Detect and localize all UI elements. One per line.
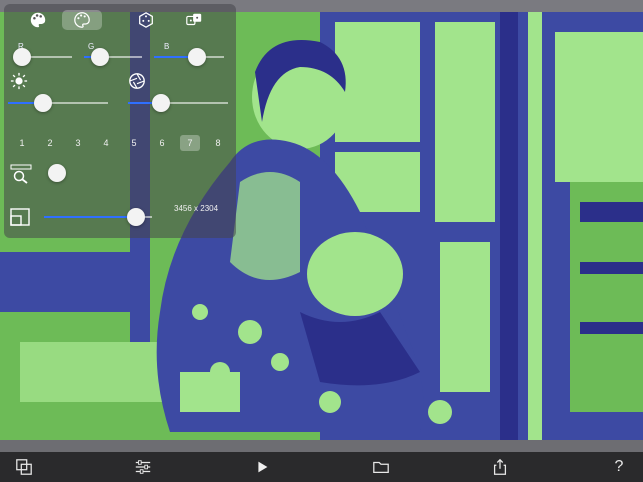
brightness-slider-knob[interactable] bbox=[34, 94, 52, 112]
level-4[interactable]: 4 bbox=[96, 135, 116, 151]
palette-icon bbox=[30, 12, 46, 28]
saturation-slider-knob[interactable] bbox=[152, 94, 170, 112]
zoom-icon bbox=[10, 164, 32, 184]
play-button[interactable] bbox=[250, 455, 274, 479]
share-icon bbox=[493, 458, 507, 475]
open-folder-button[interactable] bbox=[369, 455, 393, 479]
green-slider-knob[interactable] bbox=[91, 48, 110, 66]
adjustment-panel: R G B 1 2 3 4 5 6 7 8 3456 x 2304 bbox=[4, 4, 236, 238]
layers-button[interactable] bbox=[12, 455, 36, 479]
level-7[interactable]: 7 bbox=[180, 135, 200, 151]
level-8[interactable]: 8 bbox=[208, 135, 228, 151]
help-icon: ? bbox=[614, 458, 624, 475]
dice-icon bbox=[139, 12, 153, 28]
dice-pair-icon bbox=[186, 13, 202, 26]
blue-label: B bbox=[164, 42, 170, 51]
bottom-toolbar: ? bbox=[0, 452, 643, 482]
sliders-button[interactable] bbox=[131, 455, 155, 479]
level-5[interactable]: 5 bbox=[124, 135, 144, 151]
help-button[interactable]: ? bbox=[607, 455, 631, 479]
level-2[interactable]: 2 bbox=[40, 135, 60, 151]
play-icon bbox=[258, 461, 268, 473]
palette-outline-icon bbox=[74, 12, 90, 28]
dice-tab[interactable] bbox=[126, 10, 166, 30]
zoom-slider-knob[interactable] bbox=[48, 164, 66, 182]
brightness-track bbox=[8, 102, 108, 104]
resolution-label: 3456 x 2304 bbox=[174, 204, 219, 213]
level-6[interactable]: 6 bbox=[152, 135, 172, 151]
palette-outline-tab[interactable] bbox=[62, 10, 102, 30]
sliders-icon bbox=[135, 460, 151, 474]
brightness-icon bbox=[10, 72, 28, 90]
level-1[interactable]: 1 bbox=[12, 135, 32, 151]
share-button[interactable] bbox=[488, 455, 512, 479]
canvas-size-icon bbox=[10, 208, 30, 226]
saturation-track bbox=[128, 102, 228, 104]
saturation-icon bbox=[129, 73, 145, 89]
palette-tab[interactable] bbox=[18, 10, 58, 30]
dice-pair-tab[interactable] bbox=[174, 10, 214, 30]
layers-icon bbox=[16, 459, 32, 475]
red-slider-knob[interactable] bbox=[13, 48, 32, 66]
size-slider-knob[interactable] bbox=[126, 208, 145, 226]
level-3[interactable]: 3 bbox=[68, 135, 88, 151]
folder-icon bbox=[373, 461, 389, 474]
blue-slider-knob[interactable] bbox=[188, 48, 207, 66]
